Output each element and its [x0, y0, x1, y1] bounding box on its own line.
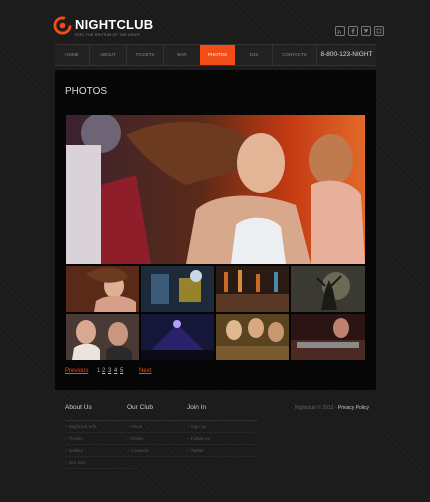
footer-heading: Join In [187, 404, 207, 411]
footer-link[interactable]: Tickets [65, 433, 135, 445]
nav-item-contacts[interactable]: CONTACTS [273, 45, 317, 65]
footer-link[interactable]: Gallery [65, 445, 135, 457]
nav-item-tickets[interactable]: TICKETS [127, 45, 164, 65]
footer-link[interactable]: Our DJs [65, 457, 135, 469]
gallery-thumbnail-2[interactable] [141, 266, 214, 312]
footer-join-in: Join In Sign up Follow us Twitter [187, 404, 257, 457]
featured-photo[interactable] [66, 115, 365, 264]
twitter-icon[interactable] [361, 26, 371, 36]
page-title: PHOTOS [65, 86, 108, 97]
nav-item-photos[interactable]: PHOTOS [200, 45, 235, 65]
feed-icon[interactable] [374, 26, 384, 36]
gallery-thumbnail-3[interactable] [216, 266, 289, 312]
copyright: Nightclub © 2012 · Privacy Policy [295, 405, 369, 411]
gallery-thumbnail-5[interactable] [66, 314, 139, 360]
gallery-thumbnail-6[interactable] [141, 314, 214, 360]
nav-item-home[interactable]: HOME [55, 45, 90, 65]
nav-item-djs[interactable]: DJS [236, 45, 273, 65]
footer-link[interactable]: Follow us [187, 433, 257, 445]
logo-tagline: FEEL THE RHYTHM OF THE NIGHT [75, 33, 141, 37]
footer-link[interactable]: Twitter [187, 445, 257, 457]
social-links [335, 26, 384, 36]
pagination-page-5[interactable]: 5 [120, 367, 123, 375]
footer-heading: About Us [65, 404, 92, 411]
gallery-thumbnail-7[interactable] [216, 314, 289, 360]
logo-brand: NIGHTCLUB [75, 17, 154, 32]
phone-number: 8-800-123-NIGHT [320, 51, 373, 58]
footer-link[interactable]: Sign up [187, 421, 257, 433]
pagination-page-1: 1 [97, 368, 101, 374]
footer-about-us: About Us Nightclub Info Tickets Gallery … [65, 404, 135, 469]
main-nav: HOME ABOUT TICKETS BAR PHOTOS DJS CONTAC… [55, 44, 376, 66]
pagination-page-3[interactable]: 3 [108, 367, 111, 375]
rss-icon[interactable] [335, 26, 345, 36]
pagination-page-2[interactable]: 2 [102, 367, 105, 375]
facebook-icon[interactable] [348, 26, 358, 36]
pagination-page-4[interactable]: 4 [114, 367, 117, 375]
nav-item-bar[interactable]: BAR [164, 45, 201, 65]
site-logo[interactable]: NIGHTCLUB FEEL THE RHYTHM OF THE NIGHT [53, 16, 173, 40]
nav-item-about[interactable]: ABOUT [90, 45, 127, 65]
gallery-thumbnail-4[interactable] [291, 266, 365, 312]
copyright-text: Nightclub © 2012 · [295, 405, 337, 411]
pagination-next[interactable]: Next [139, 367, 151, 375]
gallery-thumbnail-1[interactable] [66, 266, 139, 312]
privacy-policy-link[interactable]: Privacy Policy [338, 405, 369, 411]
content-panel: PHOTOS Previous 1 2 3 4 5 Next [55, 70, 376, 390]
footer-link[interactable]: Nightclub Info [65, 421, 135, 433]
logo-swirl-icon [53, 16, 72, 35]
pagination-previous[interactable]: Previous [65, 367, 88, 375]
gallery-thumbnail-8[interactable] [291, 314, 365, 360]
